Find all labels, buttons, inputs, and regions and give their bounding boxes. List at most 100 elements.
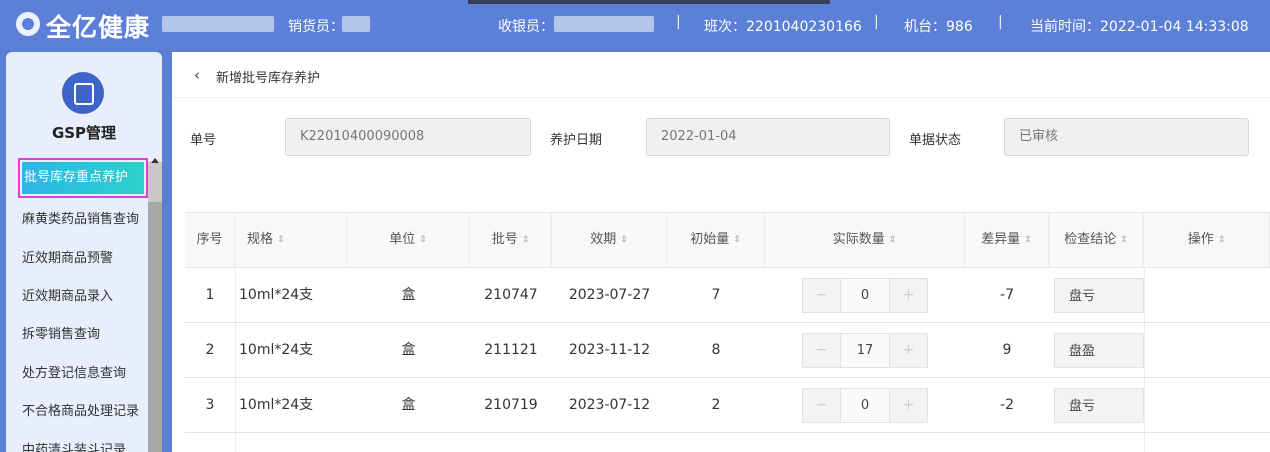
column-header[interactable]: 初始量 ⇕ [667, 213, 765, 267]
column-divider [1144, 267, 1145, 452]
sort-icon[interactable]: ⇕ [889, 235, 897, 245]
batch-cell: 210747 [484, 287, 538, 303]
sidebar-item[interactable]: 不合格商品处理记录 [22, 400, 139, 419]
separator: | [676, 14, 681, 30]
difference-cell: 9 [1002, 342, 1012, 358]
sort-icon[interactable]: ⇕ [1218, 235, 1226, 245]
gsp-module-icon [62, 72, 104, 114]
cashier-label: 收银员： [498, 19, 554, 35]
batch-cell: 210719 [484, 397, 538, 413]
sidebar-item-active[interactable]: 批号库存重点养护 [18, 158, 148, 198]
sort-icon[interactable]: ⇕ [522, 235, 530, 245]
expiry-cell: 2023-07-27 [568, 287, 651, 303]
unit-cell: 盒 [401, 397, 416, 413]
increment-button[interactable]: + [889, 279, 927, 312]
sales-label: 销货员： [288, 19, 344, 35]
difference-cell: -2 [1000, 397, 1014, 413]
decrement-button[interactable]: − [803, 334, 841, 367]
maintain-date-field[interactable]: 2022-01-04 [646, 118, 890, 156]
sort-icon[interactable]: ⇕ [277, 235, 285, 245]
separator: | [874, 14, 879, 30]
column-header[interactable]: 单位 ⇕ [347, 213, 470, 267]
page-header: ‹ 新增批号库存养护 [172, 52, 1270, 98]
table-row[interactable]: 2 10ml*24支 盒 211121 2023-11-12 8 − 17 + … [185, 322, 1270, 377]
actual-qty-input[interactable]: 0 [841, 279, 889, 312]
sort-icon[interactable]: ⇕ [419, 235, 427, 245]
check-result-field[interactable]: 盘盈 [1054, 333, 1144, 368]
sidebar-item[interactable]: 拆零销售查询 [22, 323, 100, 342]
separator: | [998, 14, 1003, 30]
order-number-label: 单号 [190, 133, 217, 148]
sidebar: GSP管理 批号库存重点养护 麻黄类药品销售查询 近效期商品预警 近效期商品录入… [6, 52, 162, 452]
main-panel: ‹ 新增批号库存养护 单号 K22010400090008 养护日期 2022-… [172, 52, 1270, 452]
actual-qty-stepper[interactable]: − 17 + [802, 333, 928, 368]
maintain-date-label: 养护日期 [550, 133, 603, 148]
batch-cell: 211121 [484, 342, 538, 358]
current-time: 当前时间：2022-01-04 14:33:08 [1030, 19, 1249, 35]
column-header: 序号 [185, 213, 235, 267]
table-row[interactable]: 3 10ml*24支 盒 210719 2023-07-12 2 − 0 + -… [185, 377, 1270, 432]
sidebar-item[interactable]: 近效期商品录入 [22, 285, 113, 304]
expiry-cell: 2023-11-12 [568, 342, 651, 358]
sort-icon[interactable]: ⇕ [620, 235, 628, 245]
spec-cell: 10ml*24支 [239, 287, 314, 303]
column-header[interactable]: 效期 ⇕ [552, 213, 667, 267]
redacted-store-name [162, 16, 274, 32]
redacted-sales-name [342, 16, 370, 32]
spec-cell: 10ml*24支 [239, 397, 314, 413]
initial-qty-cell: 2 [711, 397, 721, 413]
unit-cell: 盒 [401, 287, 416, 303]
order-number-field[interactable]: K22010400090008 [285, 118, 531, 156]
expiry-cell: 2023-07-12 [568, 397, 651, 413]
status-field[interactable]: 已审核 [1004, 118, 1249, 156]
column-header[interactable]: 规格 ⇕ [235, 213, 347, 267]
column-header[interactable]: 差异量 ⇕ [965, 213, 1049, 267]
column-header[interactable]: 实际数量 ⇕ [765, 213, 965, 267]
actual-qty-stepper[interactable]: − 0 + [802, 278, 928, 313]
spec-cell: 10ml*24支 [239, 342, 314, 358]
difference-cell: -7 [1000, 287, 1014, 303]
actual-qty-stepper[interactable]: − 0 + [802, 388, 928, 423]
row-number: 2 [205, 342, 215, 358]
actual-qty-input[interactable]: 0 [841, 389, 889, 422]
initial-qty-cell: 7 [711, 287, 721, 303]
column-header[interactable]: 检查结论 ⇕ [1049, 213, 1144, 267]
sidebar-item-label: 批号库存重点养护 [22, 162, 144, 194]
column-header[interactable]: 批号 ⇕ [470, 213, 552, 267]
sort-icon[interactable]: ⇕ [1120, 235, 1128, 245]
brand-logo-icon [16, 12, 40, 36]
sort-icon[interactable]: ⇕ [733, 235, 741, 245]
increment-button[interactable]: + [889, 334, 927, 367]
row-number: 3 [205, 397, 215, 413]
window-strip [468, 0, 830, 4]
sidebar-title: GSP管理 [51, 124, 117, 142]
shift-number: 班次：2201040230166 [704, 19, 862, 35]
column-header[interactable]: 操作 ⇕ [1144, 213, 1270, 267]
row-number: 1 [205, 287, 215, 303]
unit-cell: 盒 [401, 342, 416, 358]
scroll-up-icon[interactable] [151, 158, 159, 163]
actual-qty-input[interactable]: 17 [841, 334, 889, 367]
sidebar-item[interactable]: 麻黄类药品销售查询 [22, 208, 139, 227]
back-arrow-icon[interactable]: ‹ [194, 66, 200, 84]
check-result-field[interactable]: 盘亏 [1054, 388, 1144, 423]
check-result-field[interactable]: 盘亏 [1054, 278, 1144, 313]
column-divider [235, 267, 236, 452]
table-row-empty [185, 432, 1270, 452]
scrollbar-thumb[interactable] [148, 202, 162, 452]
decrement-button[interactable]: − [803, 279, 841, 312]
sidebar-item[interactable]: 近效期商品预警 [22, 247, 113, 266]
sort-icon[interactable]: ⇕ [1024, 235, 1032, 245]
top-bar: 全亿健康 销货员： 收银员： | 班次：2201040230166 | 机台：9… [0, 0, 1270, 50]
table-row[interactable]: 1 10ml*24支 盒 210747 2023-07-27 7 − 0 + -… [185, 267, 1270, 322]
brand-name: 全亿健康 [46, 13, 151, 42]
sidebar-scrollbar[interactable] [148, 158, 162, 452]
decrement-button[interactable]: − [803, 389, 841, 422]
increment-button[interactable]: + [889, 389, 927, 422]
sidebar-item[interactable]: 处方登记信息查询 [22, 362, 126, 381]
machine-number: 机台：986 [904, 19, 973, 35]
maintenance-table: 序号 规格 ⇕ 单位 ⇕ 批号 ⇕ 效期 ⇕ 初始量 ⇕ 实际数量 ⇕ 差异量 ⇕ 检查结论 ⇕… [185, 212, 1270, 452]
initial-qty-cell: 8 [711, 342, 721, 358]
sidebar-item[interactable]: 中药清斗装斗记录 [22, 439, 126, 452]
page-title: 新增批号库存养护 [216, 71, 321, 86]
